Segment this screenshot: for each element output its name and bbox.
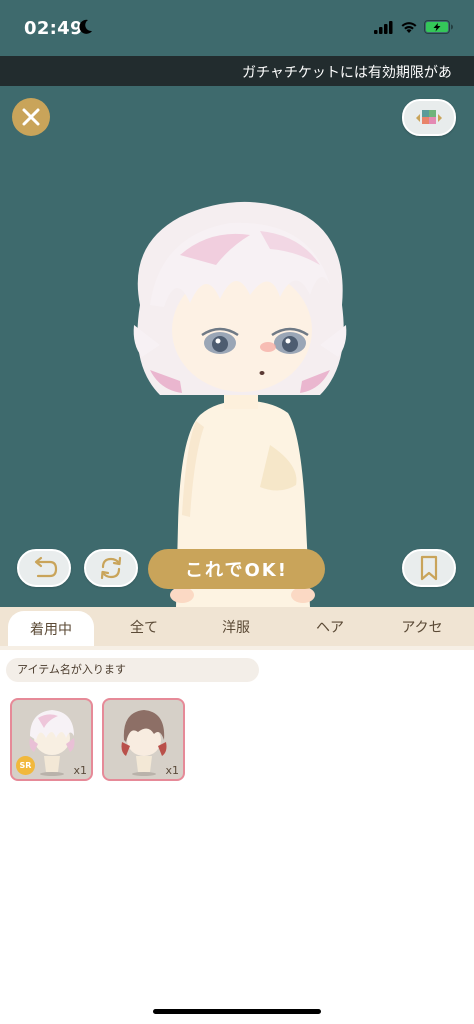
rotate-icon bbox=[100, 556, 122, 580]
inventory-item-1[interactable]: SR x1 bbox=[10, 698, 93, 781]
battery-icon bbox=[424, 20, 453, 34]
undo-icon bbox=[34, 556, 58, 578]
status-bar: 02:49 bbox=[0, 0, 474, 56]
tab-clothes[interactable]: 洋服 bbox=[196, 607, 276, 647]
rotate-button[interactable] bbox=[84, 549, 138, 587]
item-quantity: x1 bbox=[165, 764, 179, 777]
palette-icon bbox=[416, 109, 442, 124]
home-indicator[interactable] bbox=[153, 1009, 321, 1014]
bookmark-button[interactable] bbox=[402, 549, 456, 587]
category-tabs: 着用中 全て 洋服 ヘア アクセ bbox=[0, 607, 474, 647]
moon-icon bbox=[79, 19, 92, 34]
tabs-divider bbox=[0, 646, 474, 650]
background-select-button[interactable] bbox=[402, 99, 456, 136]
tab-accessories[interactable]: アクセ bbox=[382, 607, 462, 647]
inventory-item-2[interactable]: x1 bbox=[102, 698, 185, 781]
close-button[interactable] bbox=[12, 98, 50, 136]
avatar-illustration bbox=[133, 201, 347, 607]
status-time: 02:49 bbox=[24, 18, 83, 39]
tab-all[interactable]: 全て bbox=[104, 607, 184, 647]
close-icon bbox=[22, 108, 40, 126]
ticker-text: ガチャチケットには有効期限があ bbox=[242, 65, 452, 81]
announcement-ticker[interactable]: ガチャチケットには有効期限があ bbox=[0, 56, 474, 86]
status-icons bbox=[374, 20, 454, 34]
avatar-stage: 02:49 ガチャチケットには有効期限があ これでOK! bbox=[0, 0, 474, 607]
signal-icon bbox=[374, 20, 393, 34]
rarity-badge: SR bbox=[16, 756, 35, 775]
item-quantity: x1 bbox=[73, 764, 87, 777]
item-name-field[interactable]: アイテム名が入ります bbox=[6, 658, 259, 682]
undo-button[interactable] bbox=[17, 549, 71, 587]
tab-hair[interactable]: ヘア bbox=[290, 607, 370, 647]
confirm-ok-button[interactable]: これでOK! bbox=[148, 549, 325, 589]
wifi-icon bbox=[401, 21, 417, 33]
bookmark-icon bbox=[420, 555, 438, 581]
tab-wearing[interactable]: 着用中 bbox=[8, 611, 94, 647]
avatar-character bbox=[120, 195, 360, 607]
